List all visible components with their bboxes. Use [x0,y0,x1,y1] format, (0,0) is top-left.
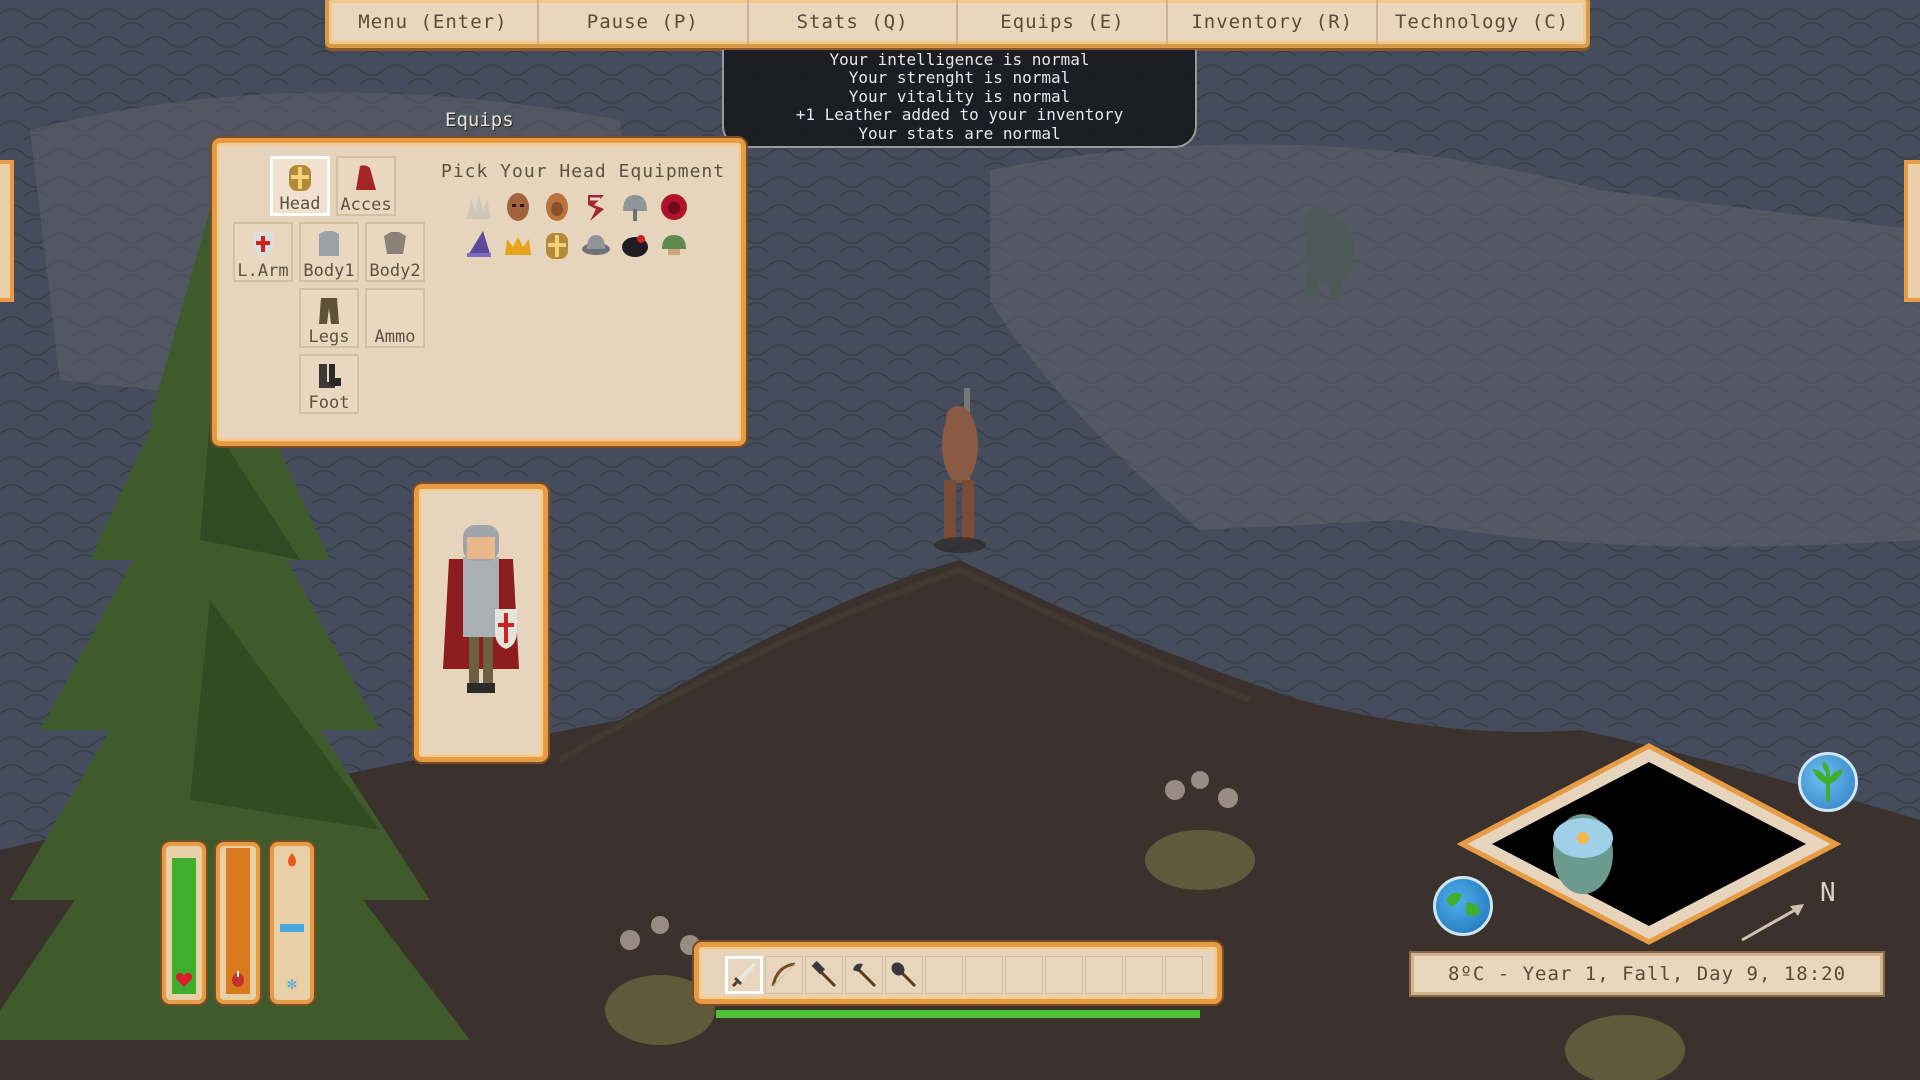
wizard-hat-icon[interactable] [461,227,497,263]
slot-label: Legs [308,327,350,347]
sword-icon [731,962,757,988]
slot-legs[interactable]: Legs [299,288,359,348]
slot-left-arm[interactable]: L.Arm [233,222,293,282]
meat-icon [229,970,247,992]
message-line: Your vitality is normal [848,86,1071,106]
message-line: Your strenght is normal [848,68,1071,88]
axe-icon [853,963,877,988]
tab-inventory[interactable]: Inventory (R) [1168,0,1379,44]
hotbar-slot-9[interactable] [1045,956,1083,994]
tab-menu[interactable]: Menu (Enter) [329,0,539,44]
main-menu-bar: Menu (Enter) Pause (P) Stats (Q) Equips … [325,0,1590,48]
leather-hood-icon[interactable] [539,189,575,225]
shield-icon [246,227,280,261]
boots-icon [312,359,346,393]
slot-body2[interactable]: Body2 [365,222,425,282]
message-line: +1 Leather added to your inventory [795,105,1124,125]
left-side-tab[interactable] [0,160,14,302]
horned-crown-icon[interactable] [461,189,497,225]
tab-equips[interactable]: Equips (E) [958,0,1169,44]
slot-label: Head [279,194,321,214]
hotbar-slot-10[interactable] [1085,956,1123,994]
world-globe-icon[interactable] [1433,876,1493,936]
slot-acces[interactable]: Acces [336,156,396,216]
plant-icon[interactable] [1798,752,1858,812]
hotbar-slot-1[interactable] [725,956,763,994]
slot-head[interactable]: Head [270,156,330,216]
slot-foot[interactable]: Foot [299,354,359,414]
health-bar [162,842,206,1004]
red-cape-icon [349,161,383,195]
equips-title: Equips [445,109,514,131]
slot-label: L.Arm [237,261,289,281]
heart-icon [175,972,193,992]
hotbar-slot-7[interactable] [965,956,1003,994]
compass-label: N [1820,878,1836,908]
trousers-icon [312,293,346,327]
leather-mask-icon[interactable] [500,189,536,225]
hotbar [694,942,1222,1004]
message-line: Your intelligence is normal [829,50,1090,69]
slot-body1[interactable]: Body1 [299,222,359,282]
red-hood-icon[interactable] [656,189,692,225]
crusader-helm-icon[interactable] [539,227,575,263]
equips-panel: Head Acces L.Arm Body1 Body2 Legs Ammo F… [212,138,746,446]
message-line: Your stats are normal [858,123,1061,143]
hotbar-slot-6[interactable] [925,956,963,994]
message-log: Your intelligence is normal Your strengh… [722,50,1197,148]
hotbar-slot-3[interactable] [805,956,843,994]
plate-armor-icon [378,227,412,261]
gold-crown-icon[interactable] [500,227,536,263]
slot-label: Body1 [303,261,355,281]
tab-technology[interactable]: Technology (C) [1378,0,1586,44]
date-time-display: 8ºC - Year 1, Fall, Day 9, 18:20 [1411,953,1883,995]
pick-equipment-title: Pick Your Head Equipment [441,161,726,182]
experience-fill [716,1010,1200,1018]
slot-ammo[interactable]: Ammo [365,288,425,348]
hotbar-slot-4[interactable] [845,956,883,994]
tab-stats[interactable]: Stats (Q) [749,0,959,44]
hotbar-slot-8[interactable] [1005,956,1043,994]
round-iron-helm-icon[interactable] [617,189,653,225]
ribbon-icon[interactable] [578,189,614,225]
knight-avatar [443,525,519,693]
shovel-icon [891,962,917,988]
hotbar-slot-5[interactable] [885,956,923,994]
experience-bar [716,1010,1200,1018]
slot-label: Ammo [374,327,416,347]
black-pot-helm-icon[interactable] [617,227,653,263]
hotbar-slot-11[interactable] [1125,956,1163,994]
slot-label: Acces [340,195,392,215]
hammer-icon [811,960,837,988]
kettle-helm-icon[interactable] [578,227,614,263]
slot-label: Foot [308,393,350,413]
compass-arrow-icon [1741,904,1804,942]
temperature-bar: ✻ [270,842,314,1004]
hotbar-slot-2[interactable] [765,956,803,994]
right-side-tab[interactable] [1904,160,1920,302]
bow-icon [771,962,796,987]
hotbar-slot-12[interactable] [1165,956,1203,994]
temperature-marker [280,924,304,932]
crusader-helm-icon [283,160,317,194]
flame-icon [285,852,299,872]
hunger-bar [216,842,260,1004]
green-cap-icon[interactable] [656,227,692,263]
chainmail-icon [312,227,346,261]
tab-pause[interactable]: Pause (P) [539,0,749,44]
character-preview [414,484,548,762]
slot-label: Body2 [369,261,421,281]
snowflake-icon: ✻ [287,974,297,993]
